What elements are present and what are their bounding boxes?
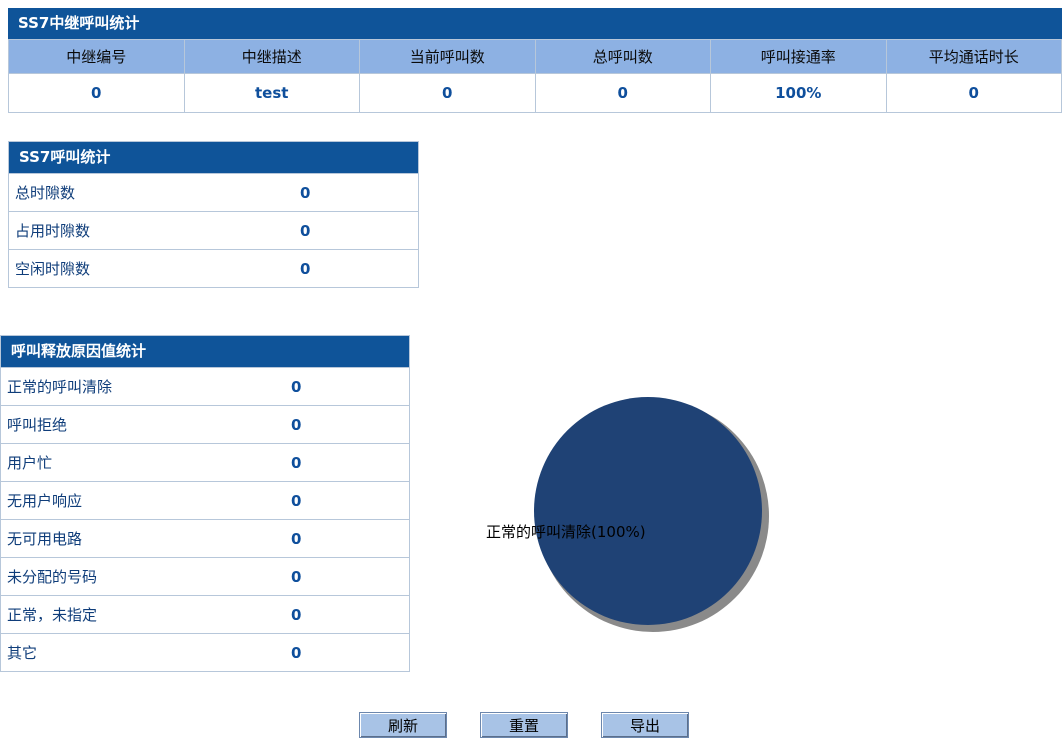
header-trunk-id: 中继编号	[8, 39, 185, 74]
table-row: 其它 0	[1, 633, 409, 671]
cause-label: 未分配的号码	[1, 557, 291, 596]
stat-label: 总时隙数	[9, 173, 300, 212]
release-cause-title: 呼叫释放原因值统计	[1, 336, 409, 367]
cause-value: 0	[291, 519, 409, 558]
cell-total-calls: 0	[534, 73, 711, 113]
cause-value: 0	[291, 481, 409, 520]
cell-trunk-desc: test	[183, 73, 360, 113]
release-cause-pie-chart: 正常的呼叫清除(100%)	[486, 397, 769, 632]
table-row: 用户忙 0	[1, 443, 409, 482]
pie-slices	[534, 397, 762, 625]
trunk-stats-panel: SS7中继呼叫统计 中继编号 中继描述 当前呼叫数 总呼叫数 呼叫接通率 平均通…	[8, 8, 1062, 113]
cell-trunk-id: 0	[8, 73, 185, 113]
stat-label: 占用时隙数	[9, 211, 300, 250]
cause-label: 无用户响应	[1, 481, 291, 520]
reset-button[interactable]: 重置	[480, 712, 568, 738]
stat-value: 0	[300, 173, 418, 212]
table-row: 0 test 0 0 100% 0	[8, 73, 1062, 113]
cause-value: 0	[291, 367, 409, 406]
table-row: 总时隙数 0	[9, 173, 418, 212]
cause-label: 无可用电路	[1, 519, 291, 558]
table-row: 正常的呼叫清除 0	[1, 367, 409, 406]
cause-label: 正常，未指定	[1, 595, 291, 634]
cause-value: 0	[291, 405, 409, 444]
cause-value: 0	[291, 443, 409, 482]
cell-connect-rate: 100%	[710, 73, 887, 113]
table-row: 未分配的号码 0	[1, 557, 409, 596]
trunk-header-row: 中继编号 中继描述 当前呼叫数 总呼叫数 呼叫接通率 平均通话时长	[8, 39, 1062, 74]
stat-label: 空闲时隙数	[9, 249, 300, 287]
stat-value: 0	[300, 211, 418, 250]
table-row: 无可用电路 0	[1, 519, 409, 558]
table-row: 空闲时隙数 0	[9, 249, 418, 287]
cause-label: 用户忙	[1, 443, 291, 482]
table-row: 占用时隙数 0	[9, 211, 418, 250]
pie-slice	[534, 397, 762, 625]
cause-label: 呼叫拒绝	[1, 405, 291, 444]
trunk-stats-title: SS7中继呼叫统计	[8, 8, 1062, 39]
export-button[interactable]: 导出	[601, 712, 689, 738]
header-connect-rate: 呼叫接通率	[710, 39, 887, 74]
cause-value: 0	[291, 595, 409, 634]
table-row: 呼叫拒绝 0	[1, 405, 409, 444]
release-cause-table: 正常的呼叫清除 0 呼叫拒绝 0 用户忙 0 无用户响应 0 无可用电路 0 未…	[1, 367, 409, 671]
cause-label: 正常的呼叫清除	[1, 367, 291, 406]
header-avg-duration: 平均通话时长	[885, 39, 1062, 74]
cause-label: 其它	[1, 633, 291, 671]
pie-slice-label: 正常的呼叫清除(100%)	[486, 523, 646, 541]
table-row: 无用户响应 0	[1, 481, 409, 520]
ss7-stats-table: 总时隙数 0 占用时隙数 0 空闲时隙数 0	[9, 173, 418, 287]
ss7-stats-panel: SS7呼叫统计 总时隙数 0 占用时隙数 0 空闲时隙数 0	[8, 141, 419, 288]
header-total-calls: 总呼叫数	[534, 39, 711, 74]
header-current-calls: 当前呼叫数	[359, 39, 536, 74]
release-cause-panel: 呼叫释放原因值统计 正常的呼叫清除 0 呼叫拒绝 0 用户忙 0 无用户响应 0…	[0, 335, 410, 672]
table-row: 正常，未指定 0	[1, 595, 409, 634]
trunk-stats-table: 中继编号 中继描述 当前呼叫数 总呼叫数 呼叫接通率 平均通话时长 0 test…	[8, 39, 1062, 113]
ss7-stats-title: SS7呼叫统计	[9, 142, 418, 173]
cell-avg-duration: 0	[885, 73, 1062, 113]
cell-current-calls: 0	[359, 73, 536, 113]
cause-value: 0	[291, 633, 409, 671]
header-trunk-desc: 中继描述	[183, 39, 360, 74]
cause-value: 0	[291, 557, 409, 596]
stat-value: 0	[300, 249, 418, 287]
refresh-button[interactable]: 刷新	[359, 712, 447, 738]
